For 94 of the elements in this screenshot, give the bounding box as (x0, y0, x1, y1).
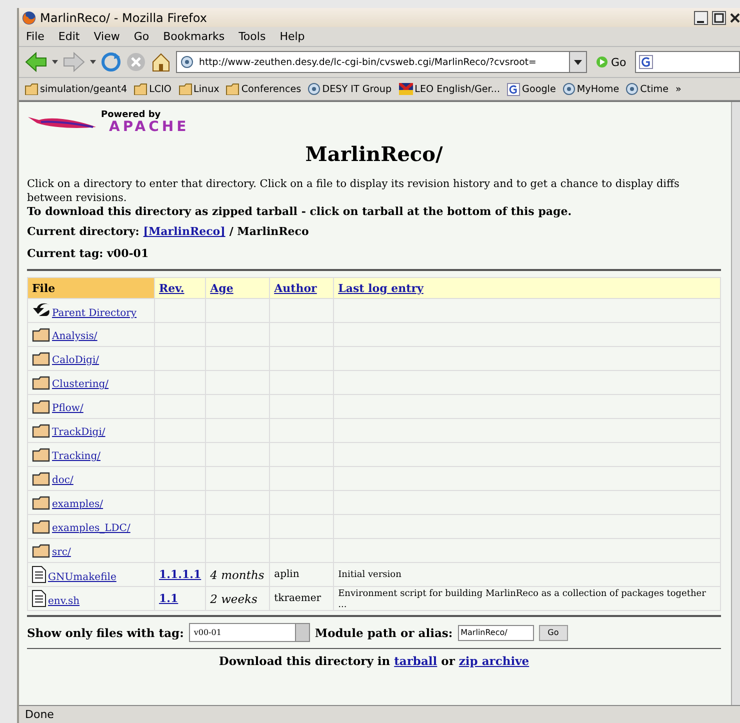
go-icon (596, 56, 608, 68)
menu-item[interactable]: Bookmarks (156, 30, 232, 43)
folder-icon (32, 448, 50, 462)
folder-icon (32, 400, 50, 414)
file-link[interactable]: Pflow/ (52, 402, 84, 414)
folder-icon (32, 472, 50, 486)
folder-icon (226, 83, 240, 95)
bookmark-item[interactable]: Linux (178, 83, 220, 95)
menu-item[interactable]: Help (272, 30, 312, 43)
sort-link[interactable]: Author (274, 282, 317, 295)
bookmark-item[interactable]: » (676, 84, 682, 94)
author-text: tkraemer (274, 593, 322, 604)
directory-link[interactable]: [MarlinReco] (143, 225, 226, 238)
file-link[interactable]: Analysis/ (52, 330, 98, 342)
folder-icon (32, 520, 50, 534)
address-field[interactable]: http://www-zeuthen.desy.de/lc-cgi-bin/cvsweb.cgi/MarlinReco/?cvsroot= (176, 51, 570, 73)
sort-link[interactable]: Age (210, 282, 234, 295)
bookmark-item[interactable]: Google (507, 82, 556, 96)
menu-item[interactable]: Edit (51, 30, 87, 43)
dropdown-caret-icon[interactable] (52, 60, 58, 64)
directory-label: Current directory: (27, 225, 140, 238)
folder-icon (32, 496, 50, 510)
folder-icon (178, 83, 192, 95)
site-icon (308, 83, 320, 95)
bookmark-item[interactable]: LCIO (134, 83, 172, 95)
dropdown-caret-icon[interactable] (574, 60, 582, 64)
sorted-column-header[interactable]: File (28, 278, 154, 298)
folder-icon (32, 328, 50, 342)
document-icon (32, 590, 46, 608)
document-icon (32, 566, 46, 584)
folder-icon (32, 544, 50, 558)
apache-logo: Powered by APACHE (100, 110, 190, 134)
flag-icon (398, 83, 413, 95)
current-tag: Current tag: v00-01 (27, 247, 149, 260)
back-arrow-icon (32, 302, 50, 319)
folder-icon (32, 424, 50, 438)
download-note: To download this directory as zipped tarball - click on tarball at the bottom of this page. (27, 205, 573, 218)
bookmark-item[interactable]: Conferences (226, 83, 302, 95)
age-text: 2 weeks (210, 592, 258, 606)
go-button[interactable]: Go (592, 56, 630, 68)
tag-label: Show only files with tag: (27, 626, 184, 640)
file-link[interactable]: doc/ (52, 474, 74, 486)
google-icon (639, 55, 654, 69)
file-link[interactable]: env.sh (48, 596, 80, 608)
menu-item[interactable]: File (19, 30, 52, 43)
file-link[interactable]: Tracking/ (52, 450, 100, 462)
bookmark-item[interactable]: LEO English/Ger... (398, 83, 500, 95)
firefox-icon (22, 10, 36, 24)
folder-icon (32, 352, 50, 366)
reload-icon[interactable] (101, 52, 121, 72)
site-icon (626, 83, 638, 95)
sort-link[interactable]: Last log entry (338, 282, 424, 295)
google-icon (507, 82, 520, 96)
scrollbar[interactable] (731, 102, 740, 705)
maximize-icon[interactable] (712, 10, 726, 24)
status-bar: Done (19, 705, 740, 723)
home-icon[interactable] (151, 52, 171, 72)
log-entry: Initial version (338, 570, 402, 580)
bookmark-item[interactable]: simulation/geant4 (25, 83, 128, 95)
zip-link[interactable]: zip archive (458, 654, 530, 668)
menu-item[interactable]: Tools (232, 30, 273, 43)
site-icon (562, 83, 575, 95)
file-link[interactable]: CaloDigi/ (52, 354, 100, 366)
intro-text: Click on a directory to enter that directory. Click on a file to display its revision history and to get a chance to display diffs between revisions. (27, 178, 680, 206)
menu-item[interactable]: Go (126, 30, 156, 43)
bookmark-item[interactable]: Ctime (626, 83, 669, 95)
search-field[interactable] (635, 51, 740, 73)
tag-dropdown[interactable]: v00-01 (188, 623, 310, 642)
feather-icon (27, 114, 97, 130)
module-label: Module path or alias: (314, 626, 453, 640)
author-text: aplin (274, 569, 300, 580)
folder-icon (25, 83, 38, 95)
go-button[interactable]: Go (538, 624, 568, 641)
page-heading: MarlinReco/ (304, 142, 444, 166)
back-arrow-icon[interactable] (25, 52, 47, 72)
folder-icon (32, 376, 50, 390)
bookmark-item[interactable]: MyHome (562, 83, 620, 95)
site-icon (181, 56, 193, 68)
tarball-link[interactable]: tarball (394, 654, 438, 668)
dropdown-caret-icon[interactable] (90, 60, 96, 64)
file-link[interactable]: src/ (52, 546, 71, 558)
download-text: or (441, 654, 455, 668)
sort-link[interactable]: Rev. (159, 282, 184, 295)
download-text: Download this directory in (218, 654, 390, 668)
age-text: 4 months (210, 568, 264, 582)
module-field[interactable]: MarlinReco/ (458, 624, 534, 641)
directory-path: / MarlinReco (229, 225, 309, 238)
minimize-icon[interactable] (694, 10, 708, 24)
bookmark-item[interactable]: DESY IT Group (308, 83, 392, 95)
menu-item[interactable]: View (86, 30, 127, 43)
close-icon[interactable] (730, 10, 740, 24)
folder-icon (134, 83, 148, 95)
log-entry: Environment script for building MarlinReco as a collection of packages together ... (338, 588, 706, 610)
window-title: MarlinReco/ - Mozilla Firefox (40, 10, 208, 24)
